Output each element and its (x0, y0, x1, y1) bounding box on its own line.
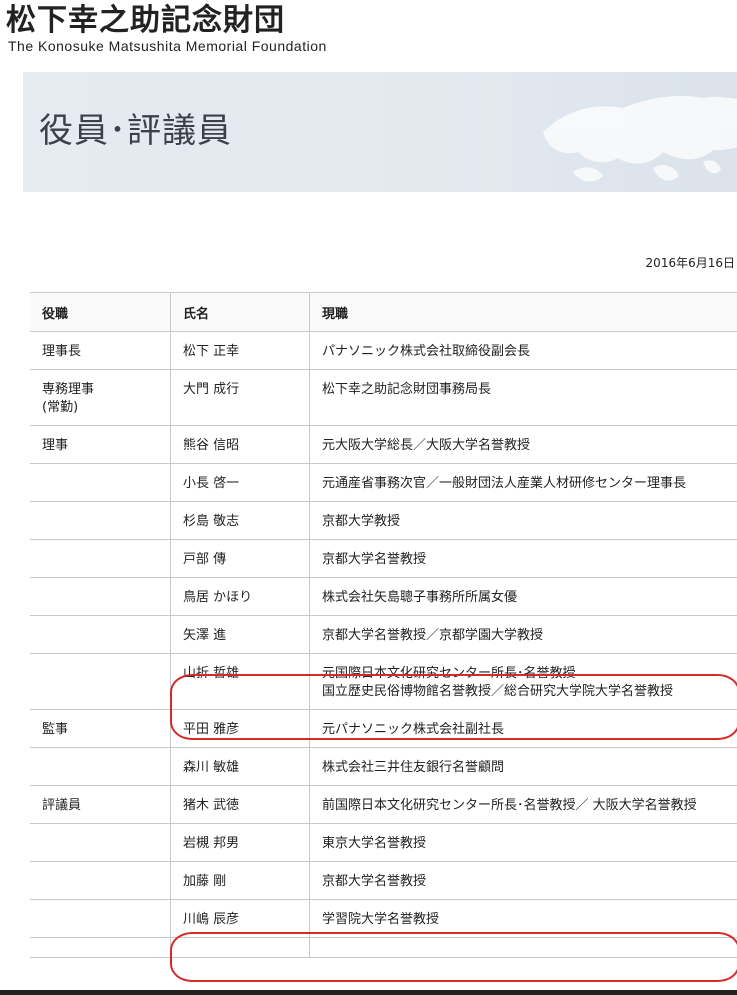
logo-english-name: The Konosuke Matsushita Memorial Foundat… (8, 38, 327, 54)
position-cell: 京都大学名誉教授 (309, 861, 737, 900)
role-cell (30, 463, 171, 502)
table-row: 矢澤 進京都大学名誉教授／京都学園大学教授 (30, 615, 737, 654)
position-cell: 松下幸之助記念財団事務局長 (309, 369, 737, 426)
world-map-graphic (543, 95, 737, 182)
name-cell: 小長 啓一 (170, 463, 310, 502)
name-cell: 平田 雅彦 (170, 709, 310, 748)
role-cell (30, 501, 171, 540)
role-cell: 理事長 (30, 331, 171, 370)
name-cell: 戸部 傳 (170, 539, 310, 578)
position-cell (309, 937, 737, 958)
position-cell: 株式会社矢島聰子事務所所属女優 (309, 577, 737, 616)
role-cell: 監事 (30, 709, 171, 748)
page-title: 役員･評議員 (39, 110, 232, 151)
table-row: 理事 熊谷 信昭 元大阪大学総長／大阪大学名誉教授 (30, 425, 737, 464)
position-cell: 東京大学名誉教授 (309, 823, 737, 862)
table-row: 鳥居 かほり 株式会社矢島聰子事務所所属女優 (30, 577, 737, 616)
position-cell: 元通産省事務次官／一般財団法人産業人材研修センター理事長 (309, 463, 737, 502)
name-cell: 加藤 剛 (170, 861, 310, 900)
table-body: 理事長 松下 正幸 パナソニック株式会社取締役副会長 専務理事 (常勤) 大門 成行 松下… (30, 331, 737, 958)
header-name: 氏名 (170, 292, 310, 332)
table-row: 岩槻 邦男 東京大学名誉教授 (30, 823, 737, 862)
position-cell: 元パナソニック株式会社副社長 (309, 709, 737, 748)
role-cell (30, 747, 171, 786)
role-cell (30, 899, 171, 938)
role-cell (30, 615, 171, 654)
table-row: 専務理事 (常勤) 大門 成行 松下幸之助記念財団事務局長 (30, 369, 737, 426)
position-cell: 元国際日本文化研究センター所長･名誉教授 国立歴史民俗博物館名誉教授／総合研究大… (309, 653, 737, 710)
table-row: 杉島 敬志 京都大学教授 (30, 501, 737, 540)
table-row: 森川 敏雄 株式会社三井住友銀行名誉顧問 (30, 747, 737, 786)
name-cell: 矢澤 進 (170, 615, 310, 654)
role-cell: 理事 (30, 425, 171, 464)
role-cell: 評議員 (30, 785, 171, 824)
position-cell: 京都大学名誉教授 (309, 539, 737, 578)
position-cell: パナソニック株式会社取締役副会長 (309, 331, 737, 370)
table-row (30, 937, 737, 958)
position-cell: 京都大学名誉教授／京都学園大学教授 (309, 615, 737, 654)
table-row: 評議員 猪木 武徳 前国際日本文化研究センター所長･名誉教授／ 大阪大学名誉教授 (30, 785, 737, 824)
role-cell (30, 539, 171, 578)
position-cell: 元大阪大学総長／大阪大学名誉教授 (309, 425, 737, 464)
name-cell: 岩槻 邦男 (170, 823, 310, 862)
name-cell (170, 937, 310, 958)
table-row: 加藤 剛京都大学名誉教授 (30, 861, 737, 900)
name-cell: 森川 敏雄 (170, 747, 310, 786)
role-cell (30, 577, 171, 616)
name-cell: 鳥居 かほり (170, 577, 310, 616)
name-cell: 川嶋 辰彦 (170, 899, 310, 938)
page-header-banner: 役員･評議員 (23, 72, 737, 192)
position-cell: 株式会社三井住友銀行名誉顧問 (309, 747, 737, 786)
position-cell: 京都大学教授 (309, 501, 737, 540)
position-cell: 前国際日本文化研究センター所長･名誉教授／ 大阪大学名誉教授 (309, 785, 737, 824)
role-cell (30, 653, 171, 710)
name-cell: 熊谷 信昭 (170, 425, 310, 464)
header-position: 現職 (309, 292, 737, 332)
role-cell (30, 823, 171, 862)
table-row: 監事 平田 雅彦 元パナソニック株式会社副社長 (30, 709, 737, 748)
role-cell (30, 861, 171, 900)
name-cell: 大門 成行 (170, 369, 310, 426)
foundation-logo[interactable]: 松下幸之助記念財団 The Konosuke Matsushita Memori… (6, 3, 327, 55)
update-date: 2016年6月16日 (645, 256, 735, 270)
table-header-row: 役職 氏名 現職 (30, 292, 737, 332)
name-cell: 松下 正幸 (170, 331, 310, 370)
table-row: 山折 哲雄 元国際日本文化研究センター所長･名誉教授 国立歴史民俗博物館名誉教授／… (30, 653, 737, 710)
bottom-divider (0, 990, 737, 995)
name-cell: 杉島 敬志 (170, 501, 310, 540)
header-role: 役職 (30, 292, 171, 332)
role-cell: 専務理事 (常勤) (30, 369, 171, 426)
role-cell (30, 937, 171, 958)
logo-japanese-name: 松下幸之助記念財団 (6, 3, 285, 38)
table-row: 小長 啓一 元通産省事務次官／一般財団法人産業人材研修センター理事長 (30, 463, 737, 502)
officers-table: 役職 氏名 現職 理事長 松下 正幸 パナソニック株式会社取締役副会長 専務理事 (常… (30, 292, 737, 958)
table-row: 川嶋 辰彦 学習院大学名誉教授 (30, 899, 737, 938)
position-cell: 学習院大学名誉教授 (309, 899, 737, 938)
table-row: 戸部 傳京都大学名誉教授 (30, 539, 737, 578)
table-row: 理事長 松下 正幸 パナソニック株式会社取締役副会長 (30, 331, 737, 370)
name-cell: 猪木 武徳 (170, 785, 310, 824)
name-cell: 山折 哲雄 (170, 653, 310, 710)
